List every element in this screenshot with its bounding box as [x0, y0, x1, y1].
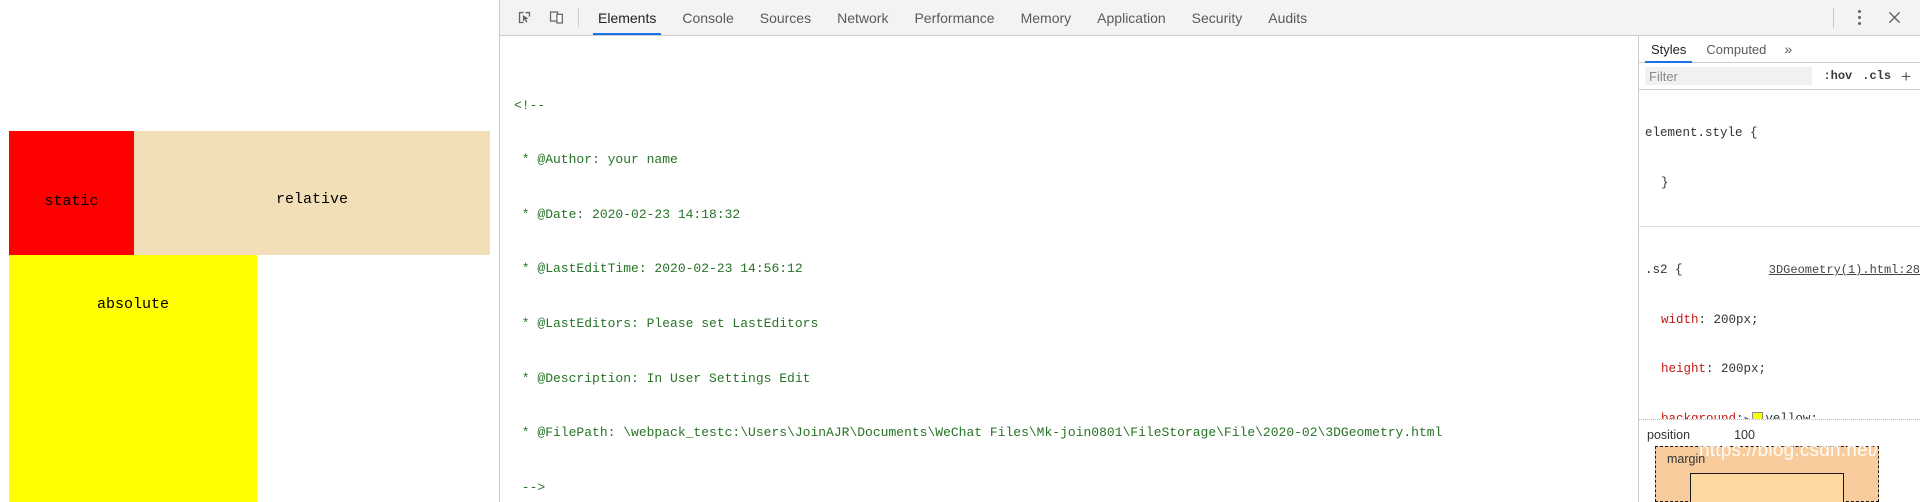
devtools-window: static relative absolute Elements Consol…	[0, 0, 1920, 502]
tab-elements-label: Elements	[598, 9, 657, 26]
decl-background[interactable]: background:▶ yellow;	[1645, 411, 1920, 420]
hov-toggle[interactable]: :hov	[1818, 69, 1857, 83]
devtools-panel: Elements Console Sources Network Perform…	[500, 0, 1920, 502]
decl-background-prop: background	[1661, 411, 1737, 420]
tab-styles[interactable]: Styles	[1641, 36, 1696, 63]
tab-sources[interactable]: Sources	[747, 0, 824, 35]
static-box: static	[9, 131, 134, 256]
box-model-margin-label: margin	[1667, 452, 1706, 466]
box-model-diagram: position 100 margin https://blog.csdn.ne…	[1639, 419, 1920, 502]
new-style-rule-button[interactable]: +	[1896, 68, 1914, 85]
box-model-position-value: 100	[1734, 428, 1755, 442]
page-viewport: static relative absolute	[0, 0, 500, 502]
rule-s2[interactable]: .s2 { 3DGeometry(1).html:28 width: 200px…	[1639, 227, 1920, 419]
box-model-position-label: position	[1647, 428, 1691, 442]
decl-height[interactable]: height: 200px;	[1645, 361, 1920, 378]
tab-sources-label: Sources	[759, 9, 812, 26]
tab-performance[interactable]: Performance	[901, 0, 1007, 35]
tab-elements[interactable]: Elements	[585, 0, 669, 35]
tab-computed-label: Computed	[1706, 41, 1767, 57]
styles-sidebar-tabs: Styles Computed »	[1639, 36, 1920, 63]
tab-memory-label: Memory	[1020, 9, 1072, 26]
tab-network[interactable]: Network	[824, 0, 901, 35]
color-swatch-yellow[interactable]	[1752, 411, 1764, 419]
toolbar-right-controls	[1829, 0, 1920, 35]
decl-height-value: 200px;	[1721, 362, 1767, 376]
toolbar-divider	[578, 8, 579, 27]
tab-audits[interactable]: Audits	[1255, 0, 1320, 35]
tab-console[interactable]: Console	[669, 0, 746, 35]
tab-memory[interactable]: Memory	[1008, 0, 1085, 35]
color-expand-triangle-icon[interactable]: ▶	[1744, 412, 1753, 420]
toolbar-icon-group	[500, 0, 574, 35]
rule-element-style-close: }	[1661, 175, 1669, 190]
box-model-margin-area[interactable]: margin	[1655, 446, 1879, 502]
toolbar-right-divider	[1833, 7, 1834, 28]
dom-line-comment-date: * @Date: 2020-02-23 14:18:32	[514, 206, 741, 222]
styles-filter-bar: :hov .cls +	[1639, 63, 1920, 90]
tab-security[interactable]: Security	[1179, 0, 1256, 35]
absolute-box-label: absolute	[96, 296, 169, 313]
kebab-menu-icon[interactable]	[1846, 5, 1872, 31]
absolute-box: absolute	[9, 255, 257, 502]
cls-toggle[interactable]: .cls	[1857, 69, 1896, 83]
decl-width-value: 200px;	[1713, 312, 1759, 327]
tab-computed[interactable]: Computed	[1696, 36, 1776, 62]
device-toolbar-icon[interactable]	[542, 4, 570, 32]
tab-styles-label: Styles	[1651, 41, 1687, 57]
dom-line-comment-lasteditors: * @LastEditors: Please set LastEditors	[514, 315, 819, 331]
decl-background-value: yellow;	[1765, 411, 1818, 420]
devtools-body: <!-- * @Author: your name * @Date: 2020-…	[500, 36, 1920, 502]
box-model-position-row: position 100	[1647, 428, 1920, 446]
decl-width-prop: width	[1661, 312, 1699, 327]
rule-element-style-selector: element.style {	[1645, 126, 1758, 140]
dom-line-comment-lastedittime: * @LastEditTime: 2020-02-23 14:56:12	[514, 261, 803, 277]
rule-element-style[interactable]: element.style { }	[1639, 90, 1920, 227]
tab-audits-label: Audits	[1268, 9, 1308, 26]
devtools-toolbar: Elements Console Sources Network Perform…	[500, 0, 1920, 36]
tab-application-label: Application	[1097, 9, 1166, 26]
devtools-tabs: Elements Console Sources Network Perform…	[585, 0, 1829, 35]
tab-network-label: Network	[837, 9, 889, 26]
more-tabs-chevron-icon[interactable]: »	[1776, 36, 1800, 62]
rule-s2-header: .s2 { 3DGeometry(1).html:28	[1645, 262, 1920, 279]
styles-rules-list: element.style { } .s2 { 3DGeometry(1).ht…	[1639, 90, 1920, 419]
decl-height-prop: height	[1661, 362, 1707, 376]
dom-tree: <!-- * @Author: your name * @Date: 2020-…	[500, 42, 1638, 502]
dom-line-comment-open: <!--	[514, 97, 546, 113]
dom-tree-pane[interactable]: <!-- * @Author: your name * @Date: 2020-…	[500, 36, 1638, 502]
relative-box-label: relative	[275, 190, 348, 208]
tab-security-label: Security	[1191, 9, 1243, 26]
dom-line-comment-close: -->	[514, 479, 546, 495]
tab-application[interactable]: Application	[1084, 0, 1179, 35]
decl-width[interactable]: width: 200px;	[1645, 312, 1920, 329]
dom-line-comment-description: * @Description: In User Settings Edit	[514, 370, 811, 386]
static-box-label: static	[44, 193, 99, 210]
styles-filter-input[interactable]	[1645, 67, 1813, 85]
relative-box: relative	[134, 131, 490, 255]
inspect-cursor-icon[interactable]	[510, 4, 538, 32]
rule-s2-source-link[interactable]: 3DGeometry(1).html:28	[1763, 262, 1920, 279]
box-model-border-area[interactable]	[1690, 473, 1844, 502]
rule-element-style-header: element.style {	[1645, 125, 1920, 142]
more-tabs-label: »	[1784, 41, 1793, 57]
styles-sidebar: Styles Computed » :hov .cls + element.st…	[1638, 36, 1920, 502]
dom-line-comment-author: * @Author: your name	[514, 152, 678, 168]
rule-s2-selector: .s2 {	[1645, 263, 1683, 277]
tab-console-label: Console	[682, 9, 734, 26]
close-icon[interactable]	[1880, 4, 1908, 32]
dom-line-comment-filepath: * @FilePath: \webpack_testc:\Users\JoinA…	[514, 425, 1443, 441]
tab-performance-label: Performance	[914, 9, 995, 26]
